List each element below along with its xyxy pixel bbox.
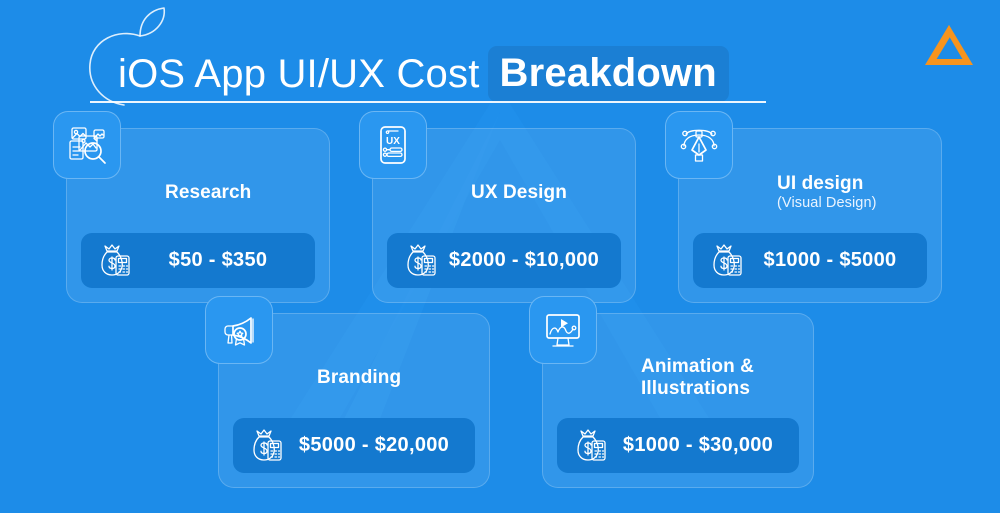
- pen-tool-bezier-icon: [665, 111, 733, 179]
- price-pill: $1000 - $5000: [693, 233, 927, 288]
- card-research[interactable]: Research $50 - $350: [53, 111, 330, 303]
- card-branding[interactable]: Branding $5000 - $20,000: [205, 296, 490, 488]
- card-row-bottom: Branding $5000 - $20,000 Animation & Ill…: [205, 296, 814, 488]
- price-value: $1000 - $30,000: [622, 434, 774, 456]
- header: iOS App UI/UX Cost Breakdown: [0, 0, 1000, 120]
- card-head: Branding: [233, 352, 475, 404]
- money-bag-calculator-icon: [247, 427, 285, 465]
- megaphone-badge-icon: [205, 296, 273, 364]
- money-bag-calculator-icon: [707, 242, 745, 280]
- card-title-main: UI design: [777, 173, 864, 195]
- card-subtitle: (Visual Design): [777, 195, 877, 212]
- card-title: Animation & Illustrations: [641, 356, 754, 400]
- price-pill: $50 - $350: [81, 233, 315, 288]
- card-ui-design[interactable]: UI design (Visual Design) $1000 - $5000: [665, 111, 942, 303]
- price-value: $2000 - $10,000: [448, 249, 600, 271]
- card-title: UX Design: [471, 181, 567, 203]
- price-value: $5000 - $20,000: [298, 434, 450, 456]
- card-title-line1: Animation &: [641, 355, 754, 377]
- svg-text:UX: UX: [386, 136, 400, 147]
- research-document-magnifier-icon: [53, 111, 121, 179]
- price-pill: $1000 - $30,000: [557, 418, 799, 473]
- infographic-canvas: iOS App UI/UX Cost Breakdown Research $5…: [0, 0, 1000, 513]
- card-animation-illustrations[interactable]: Animation & Illustrations $1000 - $30,00…: [529, 296, 814, 488]
- card-title: UI design (Visual Design): [777, 173, 877, 212]
- money-bag-calculator-icon: [571, 427, 609, 465]
- card-title-line2: Illustrations: [641, 378, 750, 399]
- mobile-ux-wireframe-icon: UX: [359, 111, 427, 179]
- page-title-strong: Breakdown: [487, 46, 729, 102]
- page-title-light: iOS App UI/UX Cost: [118, 52, 480, 96]
- title-underline: [90, 101, 766, 103]
- price-pill: $2000 - $10,000: [387, 233, 621, 288]
- page-title: iOS App UI/UX Cost Breakdown: [118, 46, 729, 102]
- card-head: Animation & Illustrations: [557, 352, 799, 404]
- price-value: $1000 - $5000: [763, 249, 897, 271]
- money-bag-calculator-icon: [401, 242, 439, 280]
- card-row-top: Research $50 - $350 UX UX Design $2000 -…: [53, 111, 942, 303]
- card-ux-design[interactable]: UX UX Design $2000 - $10,000: [359, 111, 636, 303]
- monitor-play-animation-icon: [529, 296, 597, 364]
- money-bag-calculator-icon: [95, 242, 133, 280]
- price-pill: $5000 - $20,000: [233, 418, 475, 473]
- price-value: $50 - $350: [168, 249, 268, 271]
- card-title: Research: [165, 181, 252, 203]
- card-title: Branding: [317, 366, 402, 388]
